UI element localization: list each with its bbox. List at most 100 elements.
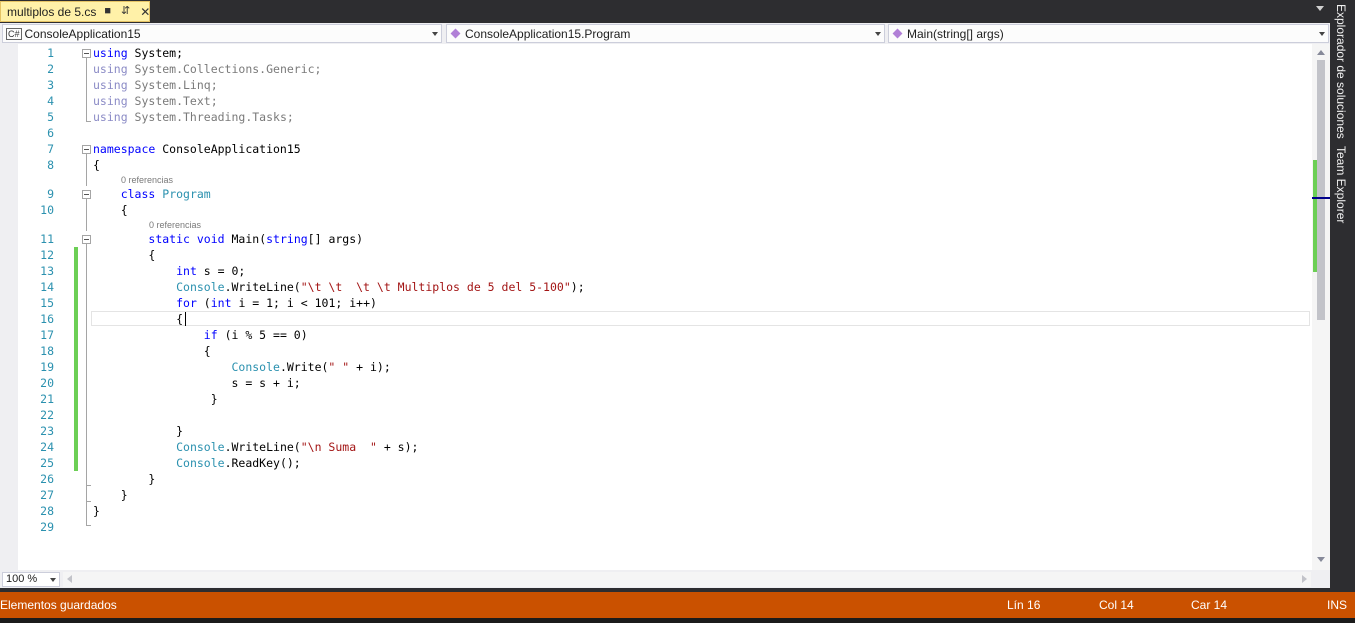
line-number: 22 xyxy=(40,408,54,422)
line-number: 18 xyxy=(40,344,54,358)
code-token: System.Linq; xyxy=(127,78,218,92)
line-number: 11 xyxy=(40,232,54,246)
outline-line xyxy=(86,199,87,231)
scroll-right-icon[interactable] xyxy=(1302,575,1307,583)
tab-overflow-dropdown-icon[interactable] xyxy=(1316,6,1324,11)
code-line-18[interactable]: { xyxy=(93,343,211,359)
code-token: using xyxy=(93,94,128,108)
code-line-17[interactable]: if (i % 5 == 0) xyxy=(93,327,308,343)
codelens-references[interactable]: 0 referencias xyxy=(149,219,201,231)
class-dropdown-value: ConsoleApplication15.Program xyxy=(465,26,631,41)
code-token: static xyxy=(148,232,190,246)
codelens-references[interactable]: 0 referencias xyxy=(121,174,173,186)
scroll-down-icon[interactable] xyxy=(1317,557,1325,562)
code-line-7[interactable]: namespace ConsoleApplication15 xyxy=(93,141,301,157)
status-line[interactable]: Lín 16 xyxy=(1007,598,1040,612)
collapse-icon[interactable] xyxy=(82,49,91,58)
code-token: System.Collections.Generic; xyxy=(127,62,322,76)
line-number: 12 xyxy=(40,248,54,262)
code-line-12[interactable]: { xyxy=(93,247,155,263)
code-line-13[interactable]: int s = 0; xyxy=(93,263,245,279)
editor-bottom-bar: 100 % xyxy=(0,570,1330,588)
scroll-left-icon[interactable] xyxy=(67,575,72,583)
code-token: using xyxy=(93,62,128,76)
code-token: using xyxy=(93,78,128,92)
code-token: string xyxy=(266,232,308,246)
code-line-23[interactable]: } xyxy=(93,423,183,439)
code-line-15[interactable]: for (int i = 1; i < 101; i++) xyxy=(93,295,377,311)
code-line-21[interactable]: } xyxy=(93,391,218,407)
outline-end xyxy=(86,525,91,526)
class-icon xyxy=(451,29,461,39)
pin-icon[interactable]: ⇵ xyxy=(121,6,130,17)
outline-line xyxy=(86,154,87,186)
project-dropdown[interactable]: C# ConsoleApplication15 xyxy=(2,24,442,43)
code-token: Console xyxy=(176,280,225,294)
code-token: [] args) xyxy=(307,232,364,246)
line-number: 4 xyxy=(47,94,54,108)
zoom-dropdown[interactable]: 100 % xyxy=(2,572,60,587)
project-dropdown-value: ConsoleApplication15 xyxy=(24,26,141,41)
code-line-8[interactable]: { xyxy=(93,157,100,173)
code-token: + s); xyxy=(376,440,419,454)
code-line-14[interactable]: Console.WriteLine("\t \t \t \t Multiplos… xyxy=(93,279,585,295)
horizontal-scrollbar[interactable] xyxy=(63,572,1311,587)
code-line-2[interactable]: using System.Collections.Generic; xyxy=(93,61,322,77)
code-token: using xyxy=(93,110,128,124)
status-insert-mode[interactable]: INS xyxy=(1327,598,1347,612)
code-token: System.Threading.Tasks; xyxy=(127,110,294,124)
code-line-11[interactable]: static void Main(string[] args) xyxy=(93,231,363,247)
save-state-icon: ■ xyxy=(104,5,112,17)
tab-multiplos-cs[interactable]: multiplos de 5.cs ■ ⇵ ✕ xyxy=(0,1,150,22)
code-line-26[interactable]: } xyxy=(93,471,155,487)
current-line-highlight xyxy=(91,311,1310,326)
collapse-icon[interactable] xyxy=(82,145,91,154)
solution-explorer-tab[interactable]: Explorador de soluciones xyxy=(1334,4,1348,139)
code-line-25[interactable]: Console.ReadKey(); xyxy=(93,455,301,471)
vertical-scrollbar[interactable] xyxy=(1312,44,1330,570)
code-line-28[interactable]: } xyxy=(93,503,100,519)
line-number: 5 xyxy=(47,110,54,124)
code-token: s = 0; xyxy=(196,264,246,278)
member-dropdown[interactable]: Main(string[] args) xyxy=(888,24,1329,43)
code-token: .Write( xyxy=(279,360,329,374)
code-line-4[interactable]: using System.Text; xyxy=(93,93,218,109)
code-editor[interactable]: 1 2 3 4 5 6 7 8 9 10 11 12 13 14 15 16 1… xyxy=(0,44,1330,588)
code-token: void xyxy=(196,232,225,246)
collapse-icon[interactable] xyxy=(82,190,91,199)
status-message: Elementos guardados xyxy=(0,598,117,612)
change-overview-marker xyxy=(1313,160,1317,272)
code-token: Console xyxy=(176,456,225,470)
code-line-10[interactable]: { xyxy=(93,202,128,218)
code-line-3[interactable]: using System.Linq; xyxy=(93,77,218,93)
code-line-1[interactable]: using System; xyxy=(93,45,183,61)
code-token: " " xyxy=(328,360,350,374)
code-token: + i); xyxy=(349,360,391,374)
line-number: 25 xyxy=(40,456,54,470)
code-token: int xyxy=(210,296,232,310)
status-character[interactable]: Car 14 xyxy=(1191,598,1227,612)
code-line-5[interactable]: using System.Threading.Tasks; xyxy=(93,109,294,125)
code-token: System; xyxy=(127,46,184,60)
scrollbar-thumb[interactable] xyxy=(1317,60,1325,320)
code-line-9[interactable]: class Program xyxy=(93,186,211,202)
line-number: 16 xyxy=(40,312,54,326)
collapse-icon[interactable] xyxy=(82,235,91,244)
code-line-24[interactable]: Console.WriteLine("\n Suma " + s); xyxy=(93,439,418,455)
code-line-19[interactable]: Console.Write(" " + i); xyxy=(93,359,391,375)
scroll-up-icon[interactable] xyxy=(1317,50,1325,55)
status-column[interactable]: Col 14 xyxy=(1099,598,1134,612)
editor-margin-strip xyxy=(0,44,18,570)
close-icon[interactable]: ✕ xyxy=(140,6,150,18)
team-explorer-tab[interactable]: Team Explorer xyxy=(1334,146,1348,223)
line-number: 9 xyxy=(47,187,54,201)
code-line-20[interactable]: s = s + i; xyxy=(93,375,300,391)
class-dropdown[interactable]: ConsoleApplication15.Program xyxy=(446,24,885,43)
code-line-27[interactable]: } xyxy=(93,487,128,503)
line-number: 23 xyxy=(40,424,54,438)
code-line-16[interactable]: { xyxy=(93,311,183,327)
